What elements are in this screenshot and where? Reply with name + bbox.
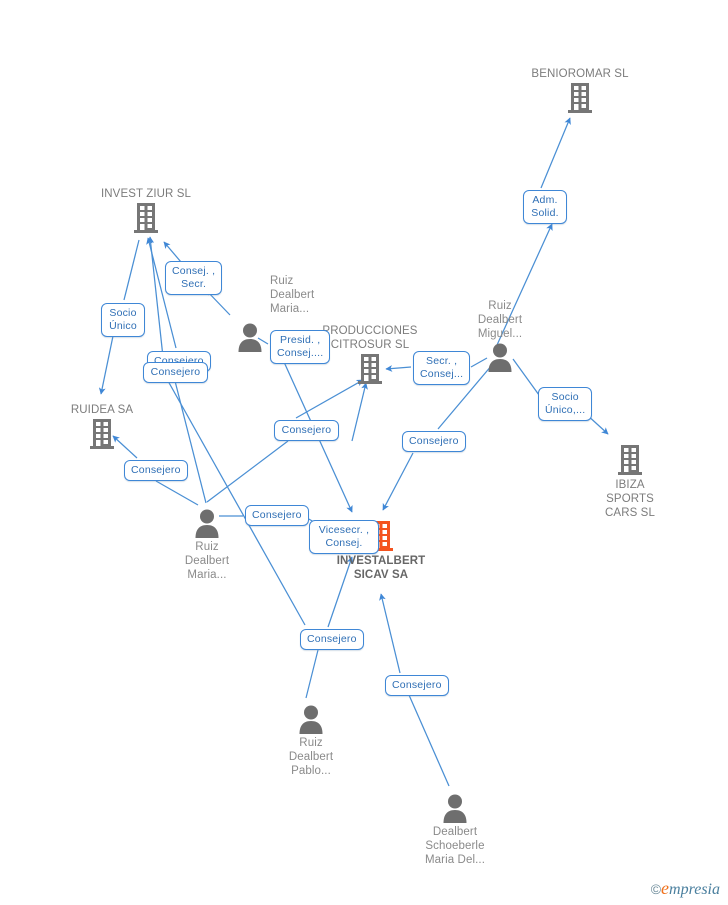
node-dealbert_ms[interactable]: Dealbert Schoeberle Maria Del... xyxy=(405,793,505,867)
node-ibiza_sports[interactable]: IBIZA SPORTS CARS SL xyxy=(580,444,680,520)
relation-label-adm-solid[interactable]: Adm. Solid. xyxy=(523,190,567,224)
node-label-producciones: PRODUCCIONES CITROSUR SL xyxy=(322,325,418,351)
node-label-benioromar: BENIOROMAR SL xyxy=(531,68,629,80)
node-label-dealbert_ms: Dealbert Schoeberle Maria Del... xyxy=(425,826,485,866)
edge-ziur-ruidea-lower xyxy=(98,335,114,395)
building-icon xyxy=(530,82,630,114)
node-label-ruiz_maria_b: Ruiz Dealbert Maria... xyxy=(184,541,230,581)
relationship-graph-canvas[interactable]: BENIOROMAR SL INVEST ZIUR SL Ruiz Dealbert… xyxy=(0,0,728,905)
building-icon xyxy=(320,353,420,385)
edge-schoeberle-investalbert-leg xyxy=(408,694,450,787)
edge-pablo-ziur xyxy=(147,236,164,358)
relation-label-consej-secr[interactable]: Consej. , Secr. xyxy=(165,261,223,295)
relation-label-consejero-e[interactable]: Consejero xyxy=(124,460,188,481)
building-icon xyxy=(52,418,152,450)
brand-initial: e xyxy=(661,878,670,898)
node-benioromar[interactable]: BENIOROMAR SL xyxy=(530,67,630,114)
person-icon xyxy=(405,793,505,823)
node-label-ruiz_pablo: Ruiz Dealbert Pablo... xyxy=(288,737,334,777)
person-icon xyxy=(157,508,257,538)
edge-miguel-benioromar-upper xyxy=(540,117,571,189)
relation-label-secr-consej[interactable]: Secr. , Consej... xyxy=(413,351,471,385)
edge-mariaB-ziur-leg xyxy=(174,380,207,504)
relation-label-consejero-b[interactable]: Consejero xyxy=(143,362,208,383)
copyright-symbol: © xyxy=(650,881,662,897)
relation-label-presid-consej[interactable]: Presid. , Consej.... xyxy=(270,330,331,364)
relation-label-consejero-c[interactable]: Consejero xyxy=(274,420,339,441)
brand-name: mpresia xyxy=(669,881,720,898)
building-icon xyxy=(96,202,196,234)
node-label-ruiz_miguel: Ruiz Dealbert Miguel... xyxy=(477,300,523,340)
node-label-ruidea: RUIDEA SA xyxy=(70,404,134,416)
relation-label-socio-unico-mas[interactable]: Socio Único,... xyxy=(538,387,593,421)
edge-miguel-investalbert xyxy=(382,452,414,511)
edge-mariaB-producciones xyxy=(295,379,364,419)
relation-label-consejero-d[interactable]: Consejero xyxy=(402,431,466,452)
edge-ziur-ruidea-upper xyxy=(123,239,140,301)
person-icon xyxy=(236,322,264,352)
empresia-watermark: ©empresia xyxy=(651,878,720,899)
node-ruidea[interactable]: RUIDEA SA xyxy=(52,403,152,450)
node-label-ibiza_sports: IBIZA SPORTS CARS SL xyxy=(605,479,655,519)
node-label-invest_ziur: INVEST ZIUR SL xyxy=(100,188,191,200)
relation-label-consejero-g[interactable]: Consejero xyxy=(300,629,364,650)
relation-label-vicesecr-consej[interactable]: Vicesecr. , Consej. xyxy=(309,520,379,554)
person-icon xyxy=(261,704,361,734)
node-ruiz_maria_b[interactable]: Ruiz Dealbert Maria... xyxy=(157,508,257,582)
node-producciones[interactable]: PRODUCCIONES CITROSUR SL xyxy=(320,324,420,385)
relation-label-socio-unico[interactable]: Socio Único xyxy=(101,303,145,337)
edge-pablo-ziur-leg xyxy=(167,380,306,626)
building-icon xyxy=(580,444,680,476)
edge-pablo-investalbert-leg xyxy=(305,649,319,699)
node-invest_ziur[interactable]: INVEST ZIUR SL xyxy=(96,187,196,234)
node-ruiz_pablo[interactable]: Ruiz Dealbert Pablo... xyxy=(261,704,361,778)
relation-label-consejero-h[interactable]: Consejero xyxy=(385,675,449,696)
edge-center-producciones xyxy=(351,382,368,442)
relation-label-consejero-f[interactable]: Consejero xyxy=(245,505,309,526)
edge-schoeberle-investalbert xyxy=(379,593,401,674)
node-label-ruiz_maria_a: Ruiz Dealbert Maria... xyxy=(270,275,315,315)
node-label-investalbert: INVESTALBERT SICAV SA xyxy=(336,555,426,581)
edge-mariaB-ruidea-leg xyxy=(155,480,199,506)
